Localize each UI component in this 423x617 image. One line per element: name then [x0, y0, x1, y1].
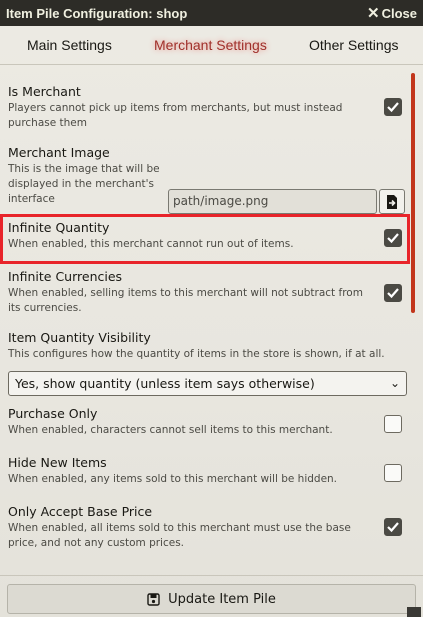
only-base-price-checkbox[interactable] [384, 518, 402, 536]
purchase-only-checkbox[interactable] [384, 415, 402, 433]
setting-infinite-currencies: Infinite Currencies When enabled, sellin… [8, 269, 368, 316]
checkmark-icon [387, 233, 399, 244]
setting-label: Purchase Only [8, 406, 98, 421]
checkmark-icon [387, 102, 399, 113]
setting-infinite-quantity: Infinite Quantity When enabled, this mer… [8, 220, 368, 252]
chevron-down-icon: ⌄ [389, 376, 400, 390]
setting-quantity-visibility: Item Quantity Visibility This configures… [8, 330, 408, 362]
checkmark-icon [387, 288, 399, 299]
setting-label: Is Merchant [8, 84, 81, 99]
file-picker-button[interactable] [379, 189, 405, 214]
tab-other-settings[interactable]: Other Settings [309, 37, 399, 53]
setting-description: When enabled, selling items to this merc… [8, 287, 363, 314]
setting-label: Hide New Items [8, 455, 107, 470]
footer-divider [0, 575, 423, 576]
is-merchant-checkbox[interactable] [384, 98, 402, 116]
resize-handle[interactable] [407, 607, 421, 617]
window-content: Main Settings Merchant Settings Other Se… [0, 26, 423, 617]
infinite-currencies-checkbox[interactable] [384, 284, 402, 302]
setting-purchase-only: Purchase Only When enabled, characters c… [8, 406, 368, 438]
setting-description: Players cannot pick up items from mercha… [8, 102, 343, 129]
file-picker-icon [387, 194, 397, 209]
close-button[interactable]: ✕ Close [367, 6, 417, 21]
setting-label: Only Accept Base Price [8, 504, 153, 519]
setting-description: This configures how the quantity of item… [8, 348, 385, 360]
tab-bar: Main Settings Merchant Settings Other Se… [0, 26, 423, 65]
setting-label: Infinite Quantity [8, 220, 110, 235]
setting-only-base-price: Only Accept Base Price When enabled, all… [8, 504, 358, 551]
hide-new-items-checkbox[interactable] [384, 464, 402, 482]
quantity-visibility-select[interactable]: Yes, show quantity (unless item says oth… [8, 371, 407, 396]
close-icon: ✕ [367, 4, 380, 22]
setting-description: This is the image that will be displayed… [8, 163, 160, 205]
setting-description: When enabled, this merchant cannot run o… [8, 238, 294, 250]
window-title: Item Pile Configuration: shop [6, 5, 188, 21]
infinite-quantity-checkbox[interactable] [384, 229, 402, 247]
setting-description: When enabled, characters cannot sell ite… [8, 424, 333, 436]
setting-label: Merchant Image [8, 145, 110, 160]
setting-merchant-image: Merchant Image This is the image that wi… [8, 145, 168, 207]
checkmark-icon [387, 522, 399, 533]
window-titlebar: Item Pile Configuration: shop ✕ Close [0, 0, 423, 26]
setting-description: When enabled, any items sold to this mer… [8, 473, 338, 485]
setting-is-merchant: Is Merchant Players cannot pick up items… [8, 84, 368, 131]
select-value: Yes, show quantity (unless item says oth… [15, 376, 315, 391]
tab-merchant-settings[interactable]: Merchant Settings [154, 37, 267, 53]
save-icon [147, 592, 160, 606]
merchant-image-input[interactable]: path/image.png [168, 189, 377, 214]
setting-label: Infinite Currencies [8, 269, 123, 284]
scrollbar-thumb[interactable] [411, 73, 415, 313]
update-label: Update Item Pile [168, 591, 276, 607]
setting-label: Item Quantity Visibility [8, 330, 151, 345]
tab-main-settings[interactable]: Main Settings [27, 37, 112, 53]
close-label: Close [381, 5, 417, 21]
update-item-pile-button[interactable]: Update Item Pile [7, 584, 416, 614]
setting-description: When enabled, all items sold to this mer… [8, 522, 351, 549]
setting-hide-new-items: Hide New Items When enabled, any items s… [8, 455, 368, 487]
